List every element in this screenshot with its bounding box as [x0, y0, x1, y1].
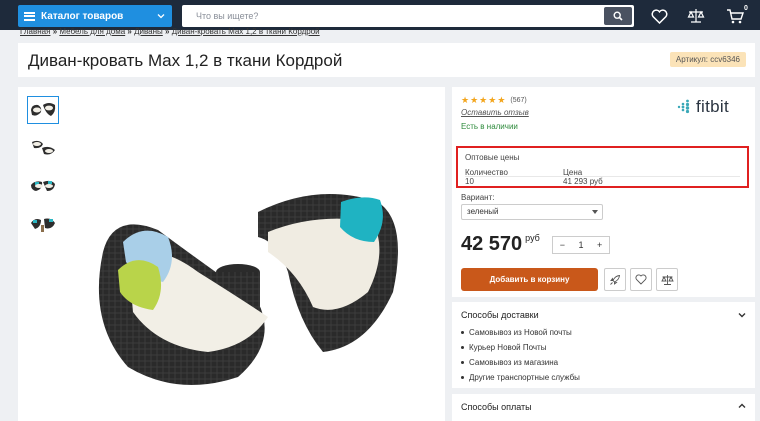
star-icon: ★: [479, 95, 488, 105]
sku-badge: Артикул: ccv6346: [669, 52, 746, 67]
add-to-cart-button[interactable]: Добавить в корзину: [461, 268, 598, 291]
cart-button[interactable]: [725, 6, 745, 26]
search-box: [182, 5, 634, 27]
delivery-method-label: Курьер Новой Почты: [469, 343, 547, 352]
top-bar: Каталог товаров 0: [0, 0, 760, 30]
heart-icon: [651, 8, 667, 24]
product-gallery: [18, 87, 445, 421]
reviews-count: (567): [510, 97, 527, 104]
chevron-down-icon: [157, 14, 165, 19]
search-icon: [613, 11, 623, 21]
fitbit-dots-icon: [677, 99, 690, 114]
page-title: Диван-кровать Max 1,2 в ткани Кордрой: [28, 51, 343, 70]
breadcrumb-furniture[interactable]: Мебель для дома: [59, 28, 125, 36]
scales-icon: [660, 274, 674, 285]
star-icon: ★: [497, 95, 506, 105]
breadcrumb-sofas[interactable]: Диваны: [134, 28, 163, 36]
thumbnail-image: [31, 103, 56, 116]
wishlist-button[interactable]: [649, 6, 669, 26]
availability-status: Есть в наличии: [461, 122, 518, 131]
cart-count-badge: 0: [744, 5, 748, 12]
quantity-increment-button[interactable]: +: [590, 240, 609, 250]
compare-button[interactable]: [686, 6, 706, 26]
search-button[interactable]: [604, 7, 632, 25]
catalog-label: Каталог товаров: [41, 10, 124, 22]
payment-methods-title[interactable]: Способы оплаты: [461, 402, 532, 412]
quantity-value[interactable]: 1: [572, 240, 591, 250]
add-to-compare-button[interactable]: [656, 268, 678, 291]
gallery-thumbnail[interactable]: [27, 172, 59, 200]
rocket-icon: [610, 274, 621, 285]
wholesale-row-quantity: 10: [465, 177, 474, 186]
quick-order-button[interactable]: [604, 268, 626, 291]
gallery-thumbnail[interactable]: [27, 210, 59, 238]
product-image: [98, 194, 398, 385]
delivery-method-label: Самовывоз из магазина: [469, 358, 559, 367]
star-icon: ★: [470, 95, 479, 105]
delivery-method-label: Самовывоз из Новой почты: [469, 328, 572, 337]
star-icon: ★: [488, 95, 497, 105]
breadcrumb-home[interactable]: Главная: [20, 28, 50, 36]
star-icon: ★: [461, 95, 470, 105]
cart-icon: [727, 9, 744, 24]
product-price: 42 570 руб: [461, 233, 540, 256]
price-currency: руб: [525, 233, 540, 243]
gallery-thumbnail[interactable]: [27, 96, 59, 124]
delivery-methods-section: Способы доставки Самовывоз из Новой почт…: [452, 302, 755, 388]
chevron-down-icon[interactable]: [738, 311, 746, 319]
bullet: [461, 376, 464, 379]
breadcrumb-separator: »: [52, 28, 58, 36]
chevron-up-icon[interactable]: [738, 402, 746, 410]
title-card: Диван-кровать Max 1,2 в ткани Кордрой Ар…: [18, 43, 755, 77]
brand-logo[interactable]: fitbit: [677, 97, 729, 117]
search-input[interactable]: [182, 5, 592, 27]
brand-name: fitbit: [696, 97, 729, 116]
wholesale-prices-box: Оптовые цены Количество Цена 10 41 293 р…: [456, 146, 749, 188]
rating[interactable]: ★ ★ ★ ★ ★ (567): [461, 95, 527, 106]
wholesale-row-price: 41 293 руб: [563, 177, 603, 186]
breadcrumb: Главная » Мебель для дома » Диваны » Див…: [20, 28, 320, 37]
catalog-button[interactable]: Каталог товаров: [18, 5, 172, 27]
thumbnail-image: [31, 218, 55, 232]
chevron-down-icon: [592, 210, 598, 214]
breadcrumb-current: Диван-кровать Max 1,2 в ткани Кордрой: [171, 28, 320, 36]
wholesale-title: Оптовые цены: [465, 153, 520, 162]
list-item: Самовывоз из Новой почты: [461, 325, 580, 340]
bullet: [461, 346, 464, 349]
list-item: Самовывоз из магазина: [461, 355, 580, 370]
product-info: ★ ★ ★ ★ ★ (567) Оставить отзыв Есть в на…: [452, 87, 755, 297]
list-item: Другие транспортные службы: [461, 370, 580, 385]
price-value: 42 570: [461, 233, 523, 255]
delivery-methods-title[interactable]: Способы доставки: [461, 310, 539, 320]
bullet: [461, 331, 464, 334]
thumbnail-image: [31, 180, 55, 191]
list-item: Курьер Новой Почты: [461, 340, 580, 355]
scales-icon: [687, 9, 705, 23]
leave-review-link[interactable]: Оставить отзыв: [461, 108, 529, 117]
add-to-wishlist-button[interactable]: [630, 268, 652, 291]
breadcrumb-separator: »: [165, 28, 170, 36]
bullet: [461, 361, 464, 364]
variant-selected-value: зеленый: [467, 207, 499, 216]
gallery-thumbnail[interactable]: [27, 134, 59, 162]
breadcrumb-separator: »: [127, 28, 132, 36]
quantity-stepper: − 1 +: [552, 236, 610, 254]
variant-select[interactable]: зеленый: [461, 204, 603, 220]
quantity-decrement-button[interactable]: −: [553, 240, 572, 250]
delivery-methods-list: Самовывоз из Новой почты Курьер Новой По…: [461, 325, 580, 385]
menu-icon: [24, 11, 35, 21]
thumbnail-image: [32, 140, 55, 155]
variant-label: Вариант:: [461, 193, 495, 202]
payment-methods-section: Способы оплаты: [452, 394, 755, 421]
heart-icon: [635, 274, 647, 285]
delivery-method-label: Другие транспортные службы: [469, 373, 580, 382]
